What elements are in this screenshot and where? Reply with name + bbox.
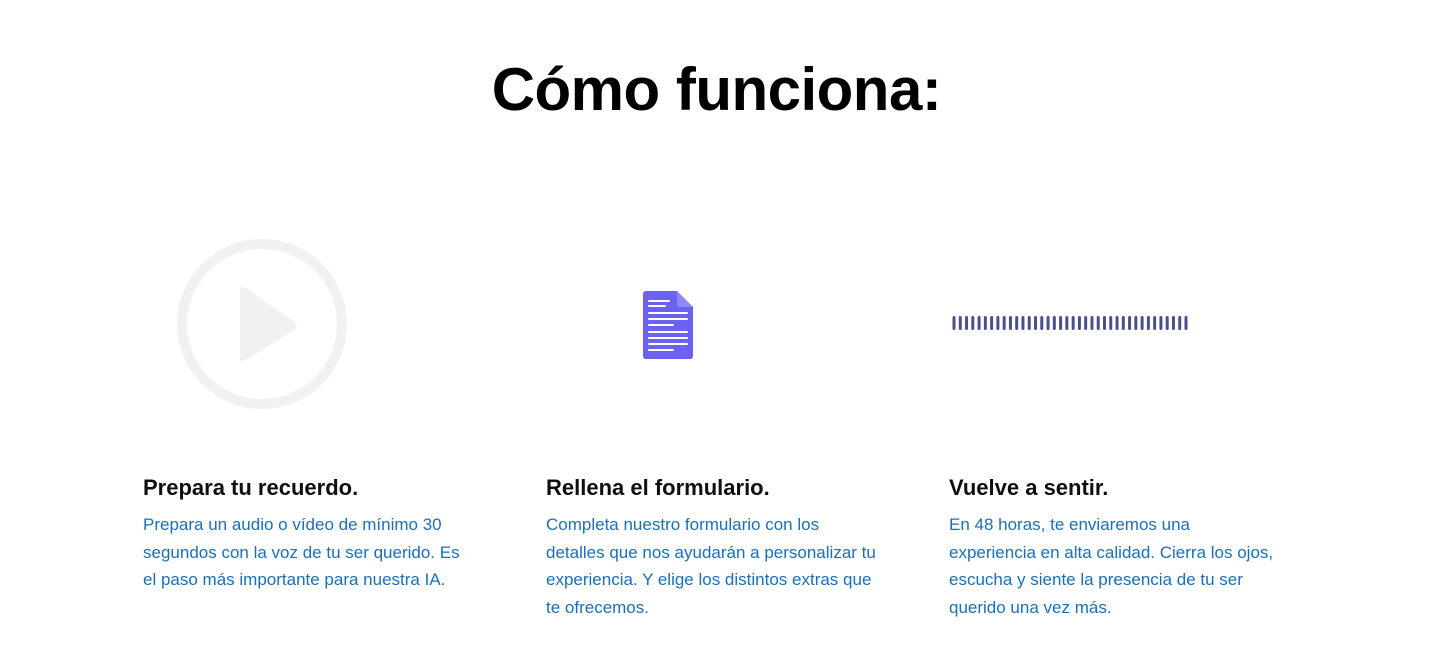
step-title: Rellena el formulario. [546,475,770,500]
waveform-bar [1134,316,1138,330]
waveform-bar [1140,316,1144,330]
waveform-bar [1096,316,1100,330]
document-icon [643,291,693,359]
step-icon-area [546,235,886,415]
step-title: Prepara tu recuerdo. [143,475,359,500]
waveform-bar [1165,316,1169,330]
waveform-bar [958,316,962,330]
waveform-bar [1059,316,1063,330]
waveform-bar [1065,316,1069,330]
page-title: Cómo funciona: [491,56,942,123]
waveform-bar [1178,316,1182,330]
waveform-bar [952,316,956,330]
waveform-bar [1128,316,1132,330]
waveform-bar [1159,316,1163,330]
waveform-bar [983,316,987,330]
waveform-bar [1184,316,1188,330]
step-description: Completa nuestro formulario con los deta… [546,515,876,617]
waveform-bar [1015,316,1019,330]
waveform-bar [1027,316,1031,330]
waveform-bar [1146,316,1150,330]
waveform-bar [1171,316,1175,330]
waveform-bar [1077,316,1081,330]
waveform-bar [1040,316,1044,330]
audio-waveform-icon [952,316,1188,330]
waveform-bar [1121,316,1125,330]
waveform-bar [1115,316,1119,330]
waveform-bar [1071,316,1075,330]
waveform-bar [1153,316,1157,330]
waveform-bar [1046,316,1050,330]
waveform-bar [1002,316,1006,330]
step-description: Prepara un audio o vídeo de mínimo 30 se… [143,515,460,590]
waveform-bar [996,316,1000,330]
waveform-bar [971,316,975,330]
waveform-bar [1084,316,1088,330]
play-circle-icon[interactable] [176,238,348,410]
step-icon-area [949,235,1289,415]
waveform-bar [1034,316,1038,330]
waveform-bar [990,316,994,330]
step-icon-area [143,235,483,415]
waveform-bar [1021,316,1025,330]
step-title: Vuelve a sentir. [949,475,1109,500]
waveform-bar [1052,316,1056,330]
waveform-bar [1008,316,1012,330]
waveform-bar [1102,316,1106,330]
waveform-bar [1109,316,1113,330]
step-description: En 48 horas, te enviaremos una experienc… [949,515,1274,617]
waveform-bar [1090,316,1094,330]
waveform-bar [965,316,969,330]
waveform-bar [977,316,981,330]
